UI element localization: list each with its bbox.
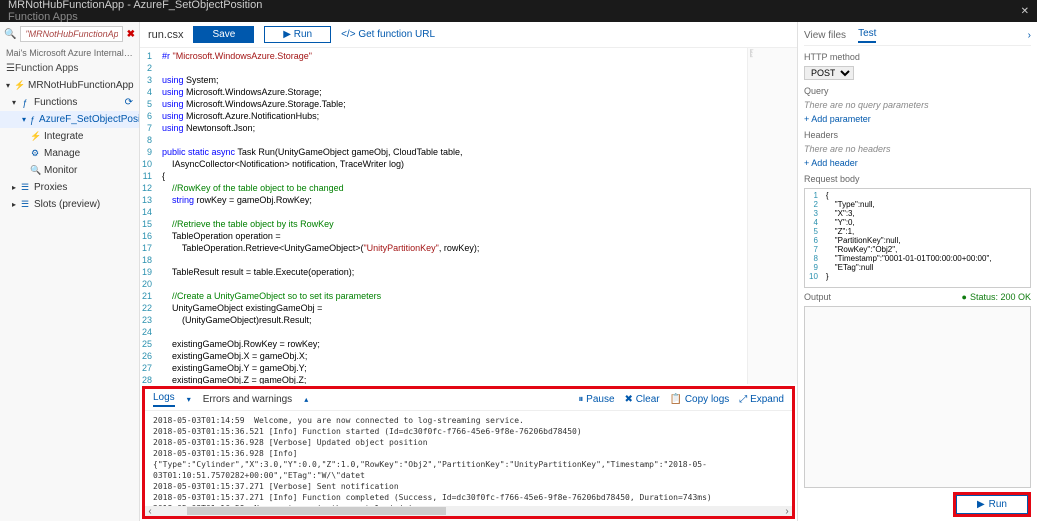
logs-panel: Logs ▾ Errors and warnings ▴ ⏸ Pause ✖ C… — [142, 386, 795, 519]
sidebar-functions[interactable]: ▾ ƒ Functions ⟳ — [0, 94, 139, 111]
output-label: Output — [804, 292, 831, 302]
functions-icon: ƒ — [20, 98, 30, 108]
clear-label: Clear — [636, 394, 660, 405]
add-parameter-link[interactable]: + Add parameter — [804, 114, 1031, 124]
save-button[interactable]: Save — [193, 26, 254, 43]
titlebar-title: MRNotHubFunctionApp - AzureF_SetObjectPo… — [8, 0, 262, 23]
lightning-icon: ⚡ — [14, 80, 24, 91]
request-body-label: Request body — [804, 174, 1031, 184]
expand-label: Expand — [750, 394, 784, 405]
sidebar-function-apps[interactable]: ☰ Function Apps — [0, 60, 139, 77]
errors-tab[interactable]: Errors and warnings — [203, 394, 292, 405]
output-box — [804, 306, 1031, 488]
test-panel: View files Test › HTTP method POST Query… — [797, 22, 1037, 521]
copy-label: Copy logs — [685, 394, 729, 405]
chevron-right-icon: ▸ — [12, 200, 16, 209]
expand-button[interactable]: ⤢ Expand — [739, 394, 784, 405]
sidebar-current-function[interactable]: ▾ ƒ AzureF_SetObjectPosition — [0, 111, 139, 128]
query-label: Query — [804, 86, 1031, 96]
body-gutter: 12345678910 — [805, 189, 822, 287]
function-apps-label: Function Apps — [15, 63, 78, 74]
pause-button[interactable]: ⏸ Pause — [578, 394, 614, 405]
copy-logs-button[interactable]: 📋 Copy logs — [670, 394, 730, 405]
editor-code[interactable]: #r "Microsoft.WindowsAzure.Storage" usin… — [158, 48, 502, 384]
editor-minimap[interactable]: ▮▮▮▮▮▮▮▮▮▮▮▮▮▮▮▮▮▮▮▮▮▮▮▮▮▮▮▮▮▮▮▮ — [747, 48, 797, 384]
titlebar: MRNotHubFunctionApp - AzureF_SetObjectPo… — [0, 0, 1037, 22]
sidebar-current-function-label: AzureF_SetObjectPosition — [39, 114, 140, 125]
code-editor[interactable]: 1234567891011121314151617181920212223242… — [140, 48, 747, 384]
integrate-icon: ⚡ — [30, 131, 40, 142]
sidebar-integrate-label: Integrate — [44, 131, 83, 142]
run-button-label: Run — [294, 29, 312, 40]
run-highlight: ▶ Run — [953, 492, 1031, 517]
scroll-right-icon[interactable]: › — [782, 506, 792, 517]
sidebar-functions-label: Functions — [34, 97, 77, 108]
logs-output[interactable]: 2018-05-03T01:14:59 Welcome, you are now… — [145, 411, 792, 506]
sidebar-manage[interactable]: ⚙ Manage — [0, 145, 139, 162]
chevron-right-icon: ▸ — [12, 183, 16, 192]
scroll-thumb[interactable] — [187, 507, 446, 515]
slots-icon: ☰ — [20, 199, 30, 210]
chevron-right-icon[interactable]: › — [1028, 30, 1031, 41]
sidebar-app-label: MRNotHubFunctionApp — [28, 80, 134, 91]
sidebar-slots[interactable]: ▸ ☰ Slots (preview) — [0, 196, 139, 213]
request-body-editor[interactable]: 12345678910 { "Type":null, "X":3, "Y":0,… — [804, 188, 1031, 288]
headers-label: Headers — [804, 130, 1031, 140]
chevron-down-icon: ▾ — [22, 115, 26, 124]
proxies-icon: ☰ — [20, 182, 30, 193]
scroll-left-icon[interactable]: ‹ — [145, 506, 155, 517]
app-name: MRNotHubFunctionApp — [8, 0, 124, 11]
sidebar-integrate[interactable]: ⚡ Integrate — [0, 128, 139, 145]
sidebar-monitor-label: Monitor — [44, 165, 77, 176]
list-icon: ☰ — [6, 63, 15, 74]
logs-tab[interactable]: Logs — [153, 392, 175, 407]
close-icon[interactable]: ✕ — [1021, 6, 1029, 17]
sidebar-proxies[interactable]: ▸ ☰ Proxies — [0, 179, 139, 196]
sidebar-proxies-label: Proxies — [34, 182, 67, 193]
sidebar: 🔍 ✖ Mai's Microsoft Azure Internal Consu… — [0, 22, 140, 521]
get-function-url-link[interactable]: </> Get function URL — [341, 29, 435, 40]
run-button[interactable]: ▶ Run — [264, 26, 331, 43]
chevron-down-icon[interactable]: ▾ — [187, 395, 191, 404]
refresh-icon[interactable]: ⟳ — [125, 97, 133, 108]
headers-empty-text: There are no headers — [804, 144, 1031, 154]
clear-button[interactable]: ✖ Clear — [625, 394, 660, 405]
query-empty-text: There are no query parameters — [804, 100, 1031, 110]
http-method-label: HTTP method — [804, 52, 1031, 62]
add-header-link[interactable]: + Add header — [804, 158, 1031, 168]
breadcrumb: Mai's Microsoft Azure Internal Consumpti… — [0, 46, 139, 60]
http-method-select[interactable]: POST — [804, 66, 854, 80]
run-test-label: Run — [989, 499, 1007, 510]
pause-label: Pause — [586, 394, 614, 405]
logs-scrollbar[interactable]: ‹ › — [145, 506, 792, 516]
search-input[interactable] — [20, 26, 122, 42]
body-code[interactable]: { "Type":null, "X":3, "Y":0, "Z":1, "Par… — [822, 189, 996, 287]
run-test-button[interactable]: ▶ Run — [956, 495, 1028, 514]
chevron-down-icon: ▾ — [6, 81, 10, 90]
chevron-down-icon: ▾ — [12, 98, 16, 107]
toolbar: run.csx Save ▶ Run </> Get function URL — [140, 22, 797, 48]
sidebar-slots-label: Slots (preview) — [34, 199, 100, 210]
sidebar-monitor[interactable]: 🔍 Monitor — [0, 162, 139, 179]
sidebar-app[interactable]: ▾ ⚡ MRNotHubFunctionApp — [0, 77, 139, 94]
status-badge: Status: 200 OK — [962, 292, 1031, 302]
gear-icon: ⚙ — [30, 148, 40, 159]
clear-search-icon[interactable]: ✖ — [127, 29, 135, 40]
view-files-tab[interactable]: View files — [804, 30, 846, 41]
editor-gutter: 1234567891011121314151617181920212223242… — [140, 48, 158, 384]
sidebar-manage-label: Manage — [44, 148, 80, 159]
test-tab[interactable]: Test — [858, 28, 876, 43]
function-icon: ƒ — [30, 115, 35, 125]
chevron-up-icon[interactable]: ▴ — [304, 395, 308, 404]
search-icon: 🔍 — [4, 29, 16, 40]
monitor-icon: 🔍 — [30, 165, 40, 176]
page-name: AzureF_SetObjectPosition — [133, 0, 262, 11]
file-tab: run.csx — [148, 29, 183, 41]
